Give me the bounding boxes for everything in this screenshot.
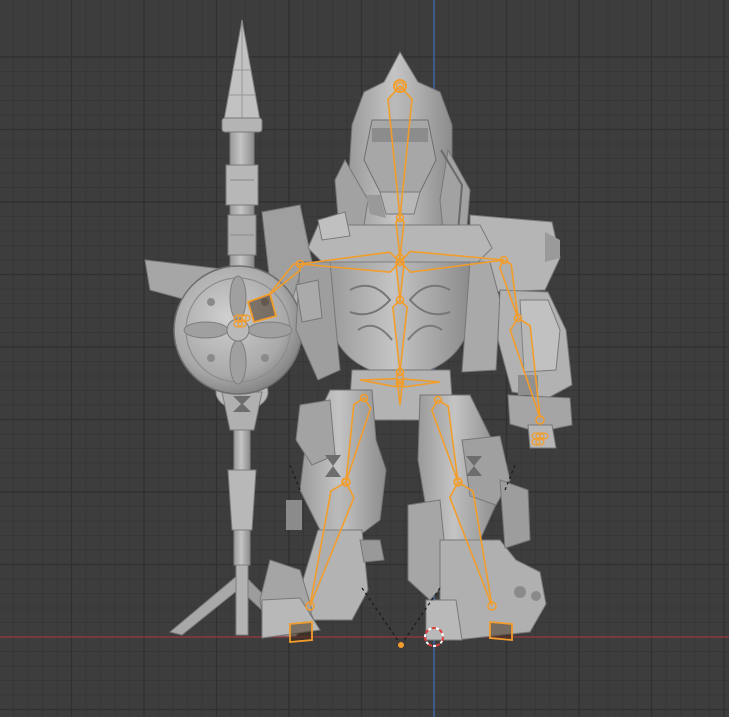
bone-foot-l[interactable] xyxy=(289,621,313,643)
bone-foot-r[interactable] xyxy=(489,621,513,641)
object-origin-point[interactable] xyxy=(398,642,404,648)
3d-viewport[interactable] xyxy=(0,0,729,717)
shield-mesh[interactable] xyxy=(173,265,303,395)
